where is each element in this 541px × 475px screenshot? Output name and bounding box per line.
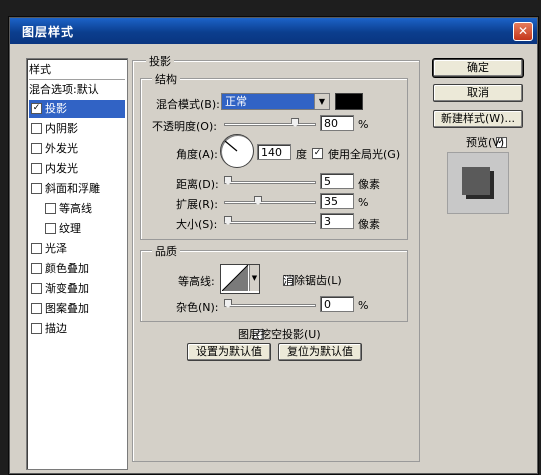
style-item-color-overlay[interactable]: 颜色叠加 [29,260,125,278]
style-item-outer-glow[interactable]: 外发光 [29,140,125,158]
opacity-slider-track[interactable] [224,123,316,126]
style-item-satin[interactable]: 光泽 [29,240,125,258]
checkbox-icon[interactable] [31,122,42,134]
style-item-inner-glow[interactable]: 内发光 [29,160,125,178]
style-item-label: 等高线 [59,202,92,215]
contour-picker[interactable]: ▼ [220,264,260,294]
noise-field[interactable]: 0 [320,296,354,312]
angle-dial[interactable] [220,134,254,168]
global-light-label: 使用全局光(G) [328,148,401,161]
blend-mode-value: 正常 [225,95,247,108]
make-default-button[interactable]: 设置为默认值 [187,343,271,361]
checkbox-icon[interactable] [31,242,42,254]
distance-unit: 像素 [358,178,380,191]
style-item-label: 渐变叠加 [45,282,89,295]
style-item-label: 内阴影 [45,122,78,135]
checkbox-icon[interactable] [31,302,42,314]
opacity-unit: % [358,118,369,131]
blend-options-item[interactable]: 混合选项:默认 [29,81,125,99]
distance-label: 距离(D): [176,178,219,191]
cancel-button[interactable]: 取消 [433,84,523,102]
quality-title: 品质 [152,243,180,259]
styles-list: 样式 混合选项:默认 ✓ 投影 内阴影 外发光 内发光 斜面和浮雕 等高线 纹理 … [26,58,128,470]
shadow-color-swatch[interactable] [335,93,363,110]
style-item-label: 内发光 [45,162,78,175]
reset-default-button[interactable]: 复位为默认值 [278,343,362,361]
style-item-label: 投影 [45,102,67,115]
contour-curve-icon [222,265,249,291]
checkbox-icon[interactable] [31,142,42,154]
title-bar[interactable]: 图层样式 ✕ [10,18,537,44]
style-item-contour[interactable]: 等高线 [29,200,139,218]
spread-label: 扩展(R): [176,198,218,211]
preview-thumbnail [447,152,509,214]
preview-square [462,167,490,195]
ok-button[interactable]: 确定 [433,59,523,77]
contour-label: 等高线: [178,275,215,288]
contour-dropdown-icon[interactable]: ▼ [249,265,259,291]
style-item-drop-shadow[interactable]: ✓ 投影 [29,100,125,118]
checkbox-icon[interactable] [31,162,42,174]
knockout-label: 图层挖空投影(U) [238,328,321,341]
opacity-field[interactable]: 80 [320,115,354,131]
checkbox-icon[interactable] [31,282,42,294]
style-item-pattern-overlay[interactable]: 图案叠加 [29,300,125,318]
spread-field[interactable]: 35 [320,193,354,209]
style-item-bevel-emboss[interactable]: 斜面和浮雕 [29,180,125,198]
spread-unit: % [358,196,369,209]
chevron-down-icon[interactable]: ▼ [314,94,329,109]
style-item-label: 描边 [45,322,67,335]
preview-label: 预览(V) [466,136,505,149]
style-item-label: 图案叠加 [45,302,89,315]
checkbox-icon[interactable] [31,322,42,334]
angle-field[interactable]: 140 [257,144,291,160]
angle-unit: 度 [296,148,307,161]
style-item-label: 颜色叠加 [45,262,89,275]
distance-field[interactable]: 5 [320,173,354,189]
noise-unit: % [358,299,369,312]
noise-label: 杂色(N): [176,301,219,314]
close-button[interactable]: ✕ [513,22,533,41]
checkbox-checked-icon[interactable]: ✓ [31,102,42,114]
style-item-label: 外发光 [45,142,78,155]
checkbox-icon[interactable] [45,202,56,214]
noise-slider-track[interactable] [224,304,316,307]
distance-slider-track[interactable] [224,181,316,184]
checkbox-icon[interactable] [31,262,42,274]
style-item-texture[interactable]: 纹理 [29,220,139,238]
style-item-stroke[interactable]: 描边 [29,320,125,338]
panel-title: 投影 [146,53,174,69]
checkbox-icon[interactable] [31,182,42,194]
style-item-inner-shadow[interactable]: 内阴影 [29,120,125,138]
spread-slider-track[interactable] [224,201,316,204]
dialog-title: 图层样式 [22,25,75,39]
global-light-checkbox[interactable]: ✓ [312,147,323,159]
blend-mode-label: 混合模式(B): [156,98,220,111]
new-style-button[interactable]: 新建样式(W)... [433,110,523,128]
size-unit: 像素 [358,218,380,231]
checkbox-icon[interactable] [45,222,56,234]
blend-mode-select[interactable]: 正常 ▼ [221,93,330,110]
structure-title: 结构 [152,71,180,87]
style-item-label: 斜面和浮雕 [45,182,100,195]
size-field[interactable]: 3 [320,213,354,229]
opacity-label: 不透明度(O): [152,120,217,133]
angle-label: 角度(A): [176,148,218,161]
style-item-gradient-overlay[interactable]: 渐变叠加 [29,280,125,298]
styles-list-header[interactable]: 样式 [29,61,125,80]
antialias-label: 消除锯齿(L) [283,274,342,287]
size-slider-track[interactable] [224,221,316,224]
style-item-label: 纹理 [59,222,81,235]
style-item-label: 光泽 [45,242,67,255]
angle-needle-icon [224,140,238,152]
size-label: 大小(S): [176,218,218,231]
layer-style-dialog: 图层样式 ✕ 样式 混合选项:默认 ✓ 投影 内阴影 外发光 内发光 斜面和浮雕 … [9,17,538,474]
